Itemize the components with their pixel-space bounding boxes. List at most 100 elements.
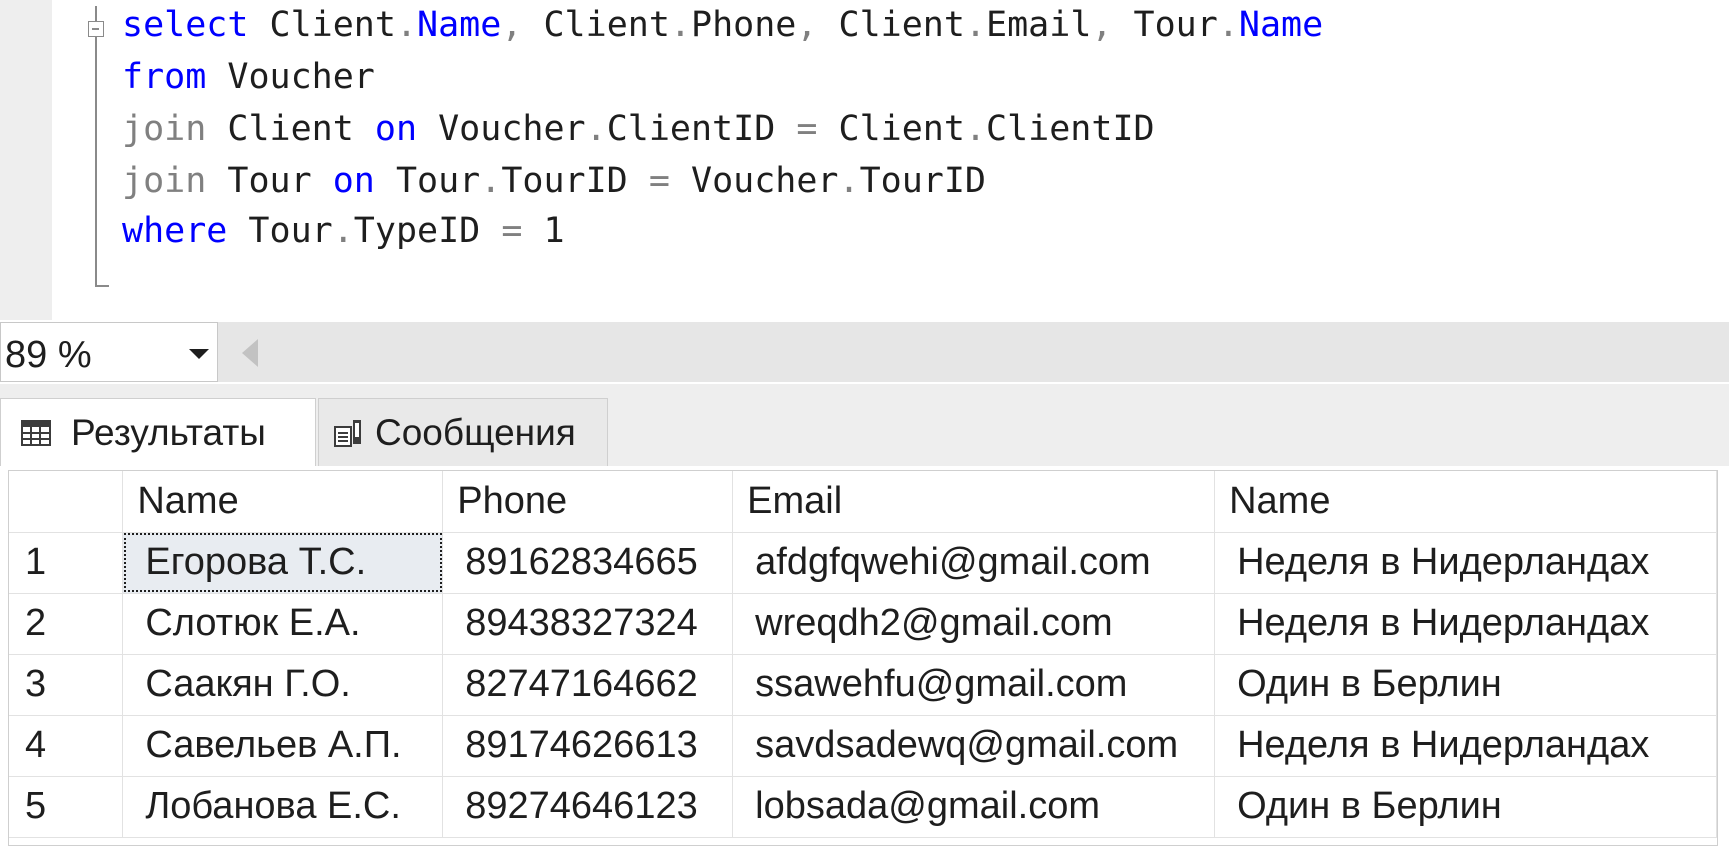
code-token: Voucher (417, 109, 586, 149)
table-cell[interactable]: wreqdh2@gmail.com (732, 593, 1216, 655)
code-token: Tour (227, 211, 333, 251)
results-table: Name Phone Email Name 1 Егорова Т.С. 891… (9, 471, 1717, 838)
table-cell[interactable]: Егорова Т.С. (122, 532, 444, 594)
table-cell[interactable]: Слотюк Е.А. (122, 593, 444, 655)
code-token: select (122, 5, 249, 45)
tab-messages-label: Сообщения (375, 411, 576, 453)
table-cell[interactable]: Неделя в Нидерландах (1214, 593, 1717, 655)
code-token: Tour (374, 161, 481, 201)
code-token: Client (522, 5, 670, 45)
code-token: , (501, 5, 523, 45)
fold-guide (95, 37, 97, 286)
code-token: . (395, 5, 418, 45)
code-token: Name (1238, 5, 1324, 45)
scroll-left-arrow-icon[interactable] (242, 339, 258, 367)
code-token: TypeID (353, 211, 502, 251)
grid-icon (21, 419, 51, 446)
code-token: . (332, 211, 354, 251)
code-token: . (1217, 5, 1239, 45)
row-number[interactable]: 5 (9, 776, 124, 838)
tab-results[interactable]: Результаты (0, 398, 316, 466)
table-cell[interactable]: Один в Берлин (1214, 776, 1717, 838)
tab-results-label: Результаты (71, 411, 266, 453)
code-token: = (796, 109, 818, 149)
table-cell[interactable]: lobsada@gmail.com (732, 776, 1216, 838)
code-token: = (648, 161, 670, 201)
editor-gutter (0, 0, 52, 320)
table-row: 2 Слотюк Е.А. 89438327324 wreqdh2@gmail.… (9, 593, 1717, 655)
row-number[interactable]: 3 (9, 654, 124, 716)
table-cell[interactable]: 89174626613 (442, 715, 734, 777)
column-header-tour-name[interactable]: Name (1214, 471, 1717, 533)
table-cell[interactable]: Савельев А.П. (122, 715, 444, 777)
code-token: Client (817, 5, 965, 45)
fold-guide-top (95, 6, 97, 21)
row-number[interactable]: 2 (9, 593, 124, 655)
row-number[interactable]: 1 (9, 532, 124, 594)
table-row: 3 Саакян Г.О. 82747164662 ssawehfu@gmail… (9, 654, 1717, 716)
column-header-email[interactable]: Email (732, 471, 1216, 533)
code-token: . (838, 161, 860, 201)
code-token: TourID (859, 161, 987, 201)
table-cell[interactable]: 89438327324 (442, 593, 734, 655)
code-line-2[interactable]: from Voucher (122, 55, 375, 99)
results-grid[interactable]: Name Phone Email Name 1 Егорова Т.С. 891… (8, 470, 1718, 846)
table-cell[interactable]: Неделя в Нидерландах (1214, 715, 1717, 777)
zoom-value: 89 % (5, 334, 92, 376)
code-token: Voucher (669, 161, 839, 201)
code-line-1[interactable]: select Client.Name, Client.Phone, Client… (122, 3, 1323, 47)
code-token: TourID (501, 161, 649, 201)
code-token: ClientID (606, 109, 797, 149)
column-header-phone[interactable]: Phone (442, 471, 734, 533)
row-number-header[interactable] (9, 471, 124, 533)
header-row: Name Phone Email Name (9, 471, 1717, 533)
code-token: Tour (1112, 5, 1218, 45)
table-cell[interactable]: afdgfqwehi@gmail.com (732, 532, 1216, 594)
code-line-3[interactable]: join Client on Voucher.ClientID = Client… (122, 107, 1155, 151)
zoom-dropdown[interactable]: 89 % (0, 322, 218, 382)
table-row: 1 Егорова Т.С. 89162834665 afdgfqwehi@gm… (9, 532, 1717, 594)
table-cell[interactable]: 82747164662 (442, 654, 734, 716)
table-cell[interactable]: Саакян Г.О. (122, 654, 444, 716)
tab-messages[interactable]: Сообщения (318, 398, 608, 466)
code-token: Client (206, 109, 375, 149)
table-cell[interactable]: 89162834665 (442, 532, 734, 594)
code-token: . (669, 5, 691, 45)
code-line-5[interactable]: where Tour.TypeID = 1 (122, 209, 565, 253)
collapse-icon[interactable] (88, 21, 104, 37)
code-token: on (374, 109, 418, 149)
code-token: Name (417, 5, 502, 45)
code-token: Phone (691, 5, 797, 45)
table-cell[interactable]: ssawehfu@gmail.com (732, 654, 1216, 716)
code-token: . (480, 161, 502, 201)
code-token: join (122, 161, 207, 201)
sql-editor[interactable]: select Client.Name, Client.Phone, Client… (0, 0, 1729, 320)
code-token: ClientID (986, 109, 1155, 149)
code-token: Tour (206, 161, 333, 201)
code-token: Client (248, 5, 396, 45)
code-line-4[interactable]: join Tour on Tour.TourID = Voucher.TourI… (122, 159, 986, 203)
table-cell[interactable]: Неделя в Нидерландах (1214, 532, 1717, 594)
results-tabs: Результаты Сообщения (0, 384, 1729, 466)
table-cell[interactable]: savdsadewq@gmail.com (732, 715, 1216, 777)
code-token: on (332, 161, 375, 201)
table-cell[interactable]: Один в Берлин (1214, 654, 1717, 716)
table-row: 5 Лобанова Е.С. 89274646123 lobsada@gmai… (9, 776, 1717, 838)
chevron-down-icon[interactable] (189, 349, 209, 359)
messages-icon (334, 419, 361, 447)
table-row: 4 Савельев А.П. 89174626613 savdsadewq@g… (9, 715, 1717, 777)
row-number[interactable]: 4 (9, 715, 124, 777)
code-token: from (122, 57, 207, 97)
code-token: Voucher (206, 57, 375, 97)
code-token: where (122, 211, 228, 251)
zoom-bar: 89 % (0, 322, 1729, 382)
column-header-name[interactable]: Name (122, 471, 444, 533)
table-cell[interactable]: 89274646123 (442, 776, 734, 838)
code-token: Client (817, 109, 965, 149)
code-token: . (585, 109, 607, 149)
table-cell[interactable]: Лобанова Е.С. (122, 776, 444, 838)
code-token: . (964, 5, 987, 45)
code-token: = (501, 211, 523, 251)
code-token: , (796, 5, 818, 45)
code-token: join (122, 109, 207, 149)
